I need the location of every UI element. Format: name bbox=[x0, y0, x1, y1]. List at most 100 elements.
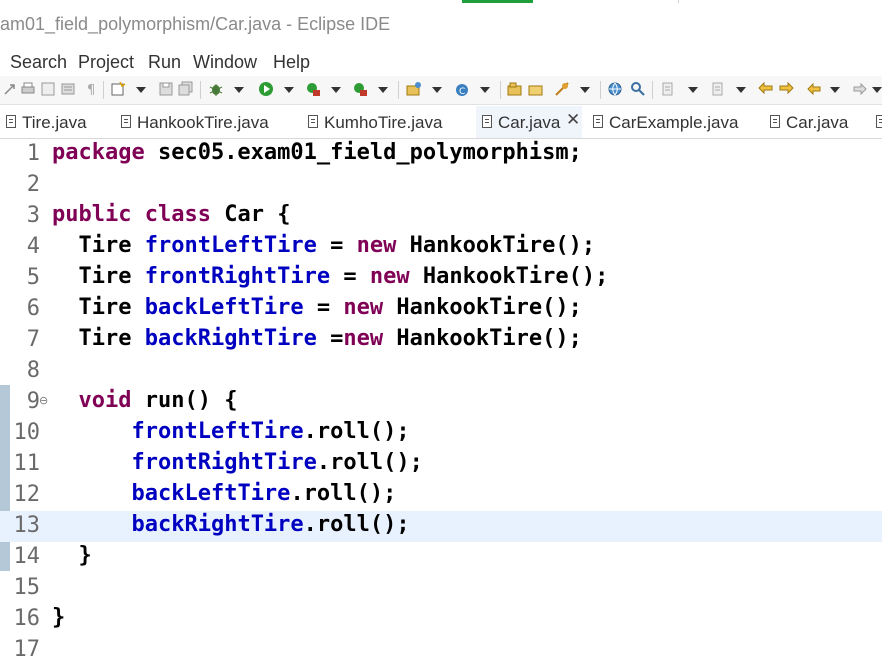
toolbar-separator bbox=[103, 81, 104, 99]
menu-window[interactable]: Window bbox=[193, 52, 257, 73]
line-number: 15 bbox=[13, 575, 41, 600]
chevron-down-icon[interactable] bbox=[688, 87, 698, 93]
next-annotation-icon[interactable] bbox=[710, 81, 726, 97]
coverage-icon[interactable] bbox=[305, 81, 321, 97]
title-bar: am01_field_polymorphism/Car.java - Eclip… bbox=[0, 0, 882, 48]
chevron-down-icon[interactable] bbox=[830, 87, 840, 93]
save-icon[interactable] bbox=[158, 81, 174, 97]
menu-project[interactable]: Project bbox=[78, 52, 134, 73]
external-tools-icon[interactable] bbox=[352, 81, 368, 97]
code-line[interactable]: 10 frontLeftTire.roll(); bbox=[0, 418, 882, 449]
chevron-down-icon[interactable] bbox=[432, 87, 442, 93]
search-icon[interactable] bbox=[554, 81, 570, 97]
code-token: Tire bbox=[52, 233, 145, 258]
chevron-down-icon[interactable] bbox=[872, 87, 882, 93]
menu-run[interactable]: Run bbox=[148, 52, 181, 73]
tab-hankooktire-java[interactable]: HankookTire.java bbox=[121, 106, 291, 138]
code-text: backRightTire.roll(); bbox=[52, 512, 409, 537]
code-line[interactable]: 12 backLeftTire.roll(); bbox=[0, 480, 882, 511]
tab-carexample-java[interactable]: CarExample.java bbox=[593, 106, 753, 138]
print-icon[interactable] bbox=[20, 81, 36, 97]
menu-help[interactable]: Help bbox=[273, 52, 310, 73]
back-icon[interactable] bbox=[758, 81, 774, 97]
line-number: 7 bbox=[26, 327, 40, 352]
tab-kumhotire-java[interactable]: KumhoTire.java bbox=[308, 106, 468, 138]
tab-overflow[interactable] bbox=[876, 106, 882, 138]
code-line[interactable]: 13 backRightTire.roll(); bbox=[0, 511, 882, 542]
java-file-icon bbox=[482, 115, 492, 128]
code-line[interactable]: 16} bbox=[0, 604, 882, 635]
close-icon[interactable]: ✕ bbox=[566, 110, 580, 130]
field-token: frontRightTire bbox=[144, 264, 331, 289]
chevron-down-icon[interactable] bbox=[331, 87, 341, 93]
code-line[interactable]: 6 Tire backLeftTire = new HankookTire(); bbox=[0, 294, 882, 325]
debug-icon[interactable] bbox=[208, 81, 224, 97]
code-line[interactable]: 5 Tire frontRightTire = new HankookTire(… bbox=[0, 263, 882, 294]
chevron-down-icon[interactable] bbox=[580, 87, 590, 93]
chevron-down-icon[interactable] bbox=[136, 87, 146, 93]
line-number: 1 bbox=[26, 141, 40, 166]
save-all-icon[interactable] bbox=[178, 81, 194, 97]
code-text: } bbox=[52, 605, 65, 630]
arrow-icon[interactable] bbox=[2, 81, 18, 97]
chevron-down-icon[interactable] bbox=[480, 87, 490, 93]
tab-car-java[interactable]: Car.java bbox=[770, 106, 870, 138]
field-token: frontLeftTire bbox=[131, 419, 304, 444]
code-token: HankookTire(); bbox=[409, 264, 609, 289]
menu-search[interactable]: Search bbox=[10, 52, 67, 73]
new-java-project-icon[interactable] bbox=[406, 81, 422, 97]
code-editor[interactable]: 1 package sec05.exam01_field_polymorphism… bbox=[0, 139, 882, 662]
format-icon[interactable] bbox=[60, 81, 76, 97]
new-class-icon[interactable]: C bbox=[454, 81, 470, 97]
keyword-token: new bbox=[343, 295, 384, 320]
tab-tire-java[interactable]: Tire.java bbox=[6, 106, 106, 138]
code-line[interactable]: 17 bbox=[0, 635, 882, 666]
open-type-icon[interactable] bbox=[528, 81, 544, 97]
globe-icon[interactable] bbox=[607, 81, 623, 97]
code-token: } bbox=[52, 605, 66, 630]
run-icon[interactable] bbox=[258, 81, 274, 97]
field-token: backLeftTire bbox=[131, 481, 291, 506]
line-number: 16 bbox=[13, 606, 41, 631]
chevron-down-icon[interactable] bbox=[284, 87, 294, 93]
line-number: 5 bbox=[26, 265, 40, 290]
pilcrow-icon[interactable]: ¶ bbox=[84, 81, 100, 97]
code-token: sec05.exam01_field_polymorphism; bbox=[144, 140, 582, 165]
keyword-token: public bbox=[52, 202, 132, 227]
open-type-icon[interactable] bbox=[507, 81, 523, 97]
code-text: public class Car { bbox=[52, 202, 290, 227]
chevron-down-icon[interactable] bbox=[234, 87, 244, 93]
code-line[interactable]: 15 bbox=[0, 573, 882, 604]
code-line[interactable]: 9 ⊖ void run() { bbox=[0, 387, 882, 418]
line-number: 12 bbox=[13, 482, 41, 507]
new-icon[interactable] bbox=[110, 81, 126, 97]
code-line[interactable]: 1 package sec05.exam01_field_polymorphism… bbox=[0, 139, 882, 170]
code-line[interactable]: 2 bbox=[0, 170, 882, 201]
line-number: 10 bbox=[13, 420, 41, 445]
annotation-icon[interactable] bbox=[660, 81, 676, 97]
code-line[interactable]: 11 frontRightTire.roll(); bbox=[0, 449, 882, 480]
keyword-token: new bbox=[343, 326, 384, 351]
svg-text:C: C bbox=[459, 87, 465, 97]
code-line[interactable]: 8 bbox=[0, 356, 882, 387]
code-line[interactable]: 3 public class Car { bbox=[0, 201, 882, 232]
keyword-token: class bbox=[144, 202, 211, 227]
back-icon[interactable] bbox=[806, 81, 822, 97]
fold-toggle-icon[interactable]: ⊖ bbox=[39, 394, 48, 407]
tab-car-java-active[interactable]: Car.java ✕ bbox=[476, 106, 582, 138]
code-line[interactable]: 4 Tire frontLeftTire = new HankookTire()… bbox=[0, 232, 882, 263]
code-text: frontRightTire.roll(); bbox=[52, 450, 422, 475]
code-token: Car { bbox=[210, 202, 291, 227]
open-task-icon[interactable] bbox=[630, 81, 646, 97]
code-line[interactable]: 14 } bbox=[0, 542, 882, 573]
chevron-down-icon[interactable] bbox=[736, 87, 746, 93]
code-token: } bbox=[52, 543, 92, 568]
forward-icon[interactable] bbox=[778, 81, 794, 97]
code-line[interactable]: 7 Tire backRightTire =new HankookTire(); bbox=[0, 325, 882, 356]
chevron-down-icon[interactable] bbox=[378, 87, 388, 93]
format-icon[interactable] bbox=[40, 81, 56, 97]
java-file-icon bbox=[121, 115, 131, 128]
forward-icon[interactable] bbox=[852, 81, 868, 97]
code-text: package sec05.exam01_field_polymorphism; bbox=[52, 140, 582, 165]
title-divider bbox=[678, 0, 679, 3]
